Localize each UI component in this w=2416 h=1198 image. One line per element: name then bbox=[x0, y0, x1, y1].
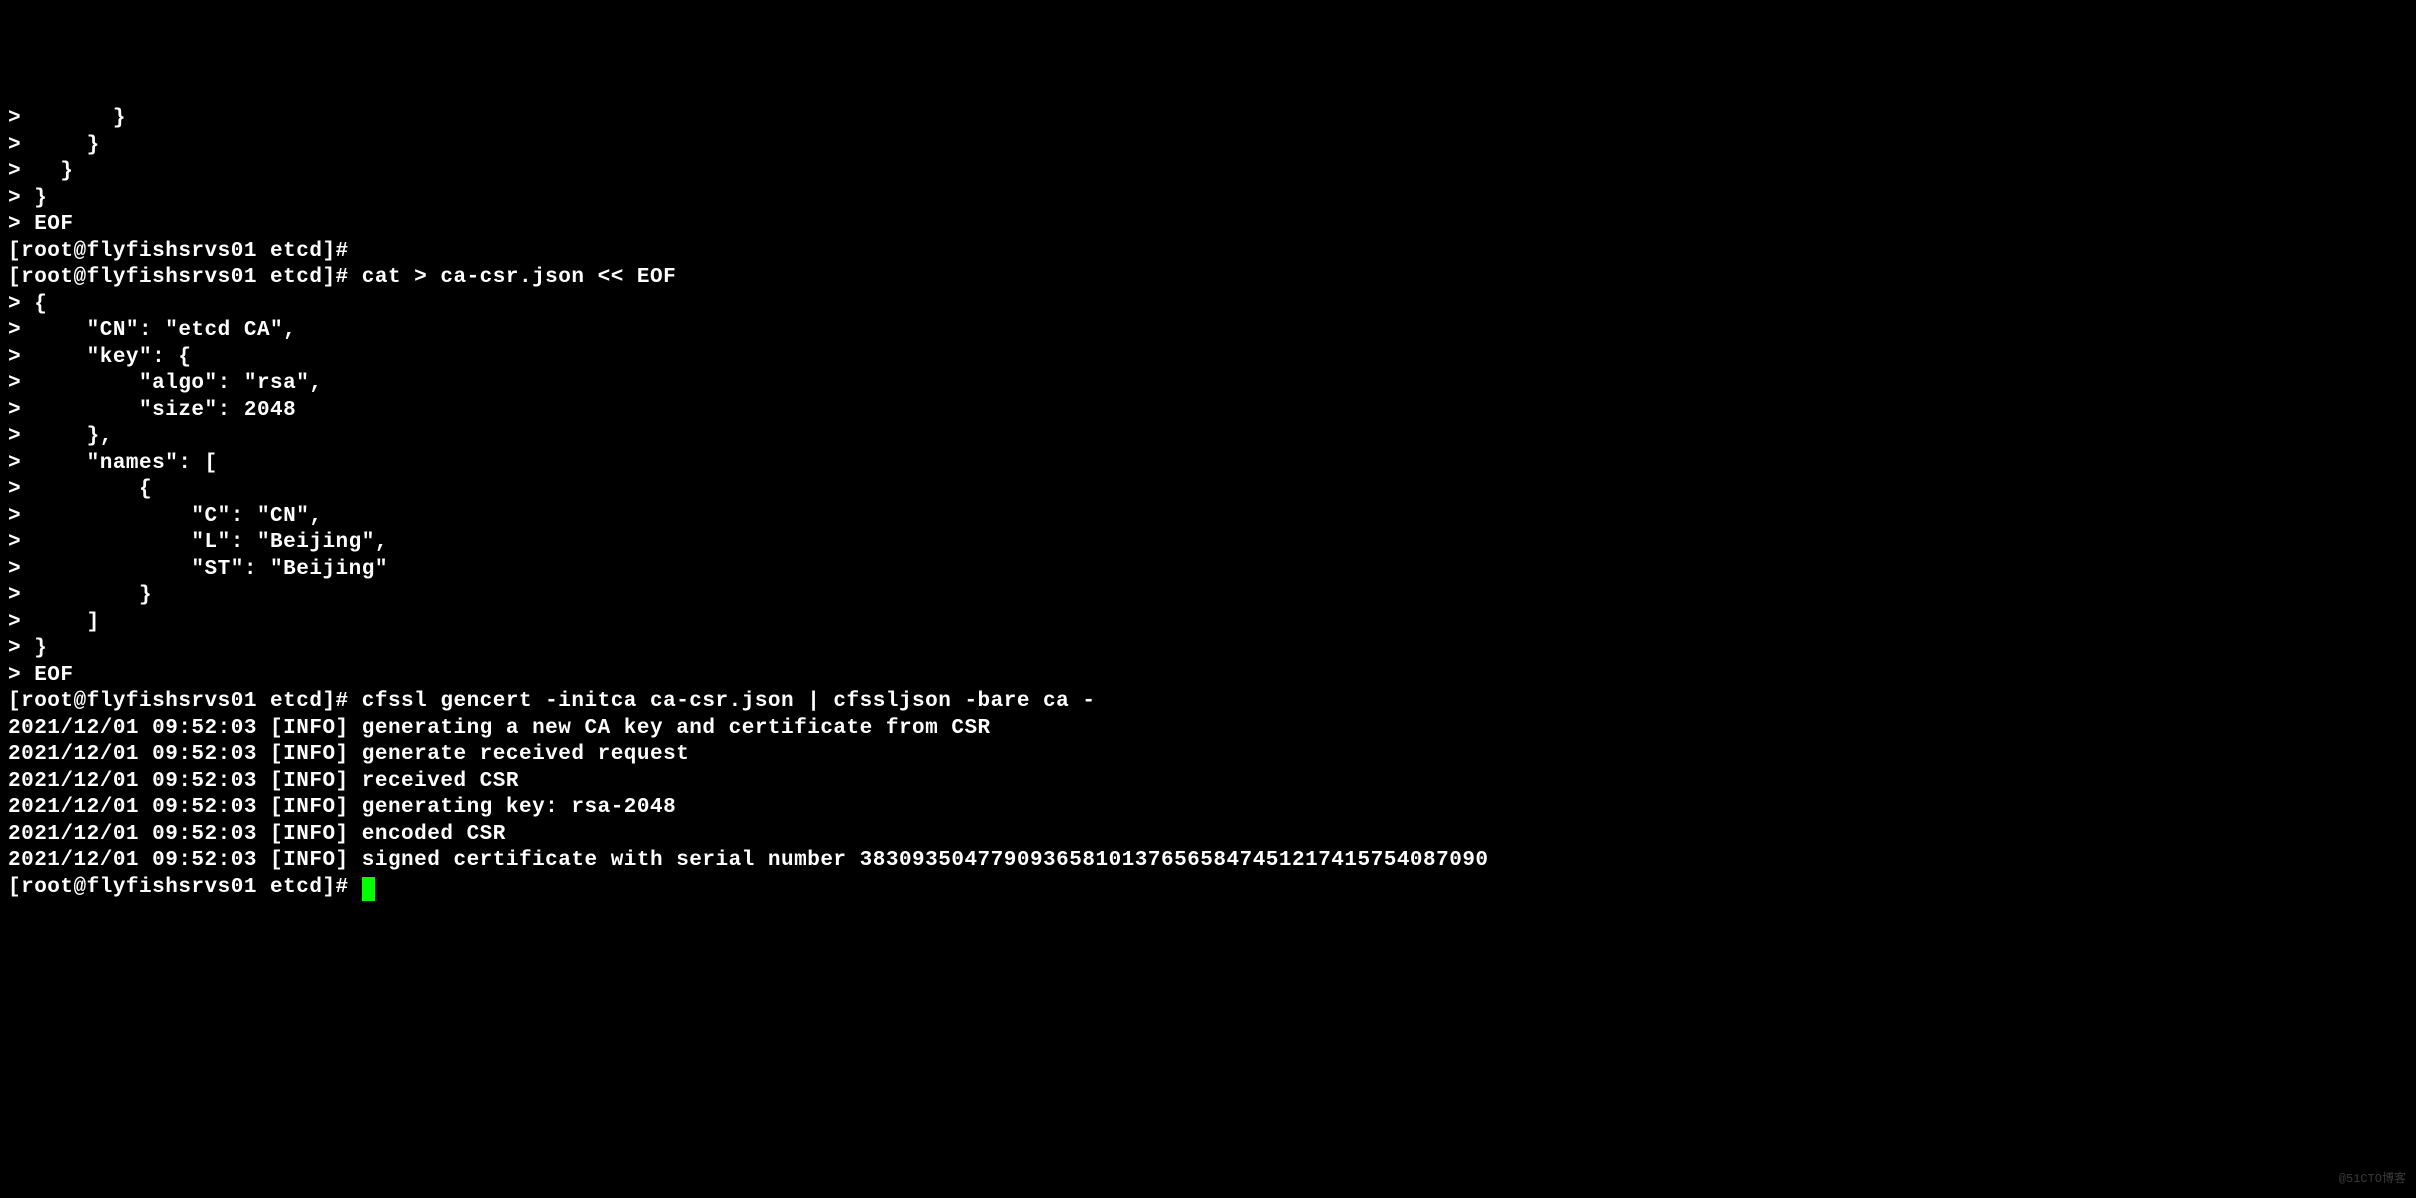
terminal-line: > }, bbox=[8, 425, 113, 448]
terminal-line: > } bbox=[8, 160, 74, 183]
terminal-output-line: 2021/12/01 09:52:03 [INFO] generating ke… bbox=[8, 796, 676, 819]
terminal-line: > { bbox=[8, 478, 152, 501]
terminal-line: > { bbox=[8, 293, 47, 316]
terminal-line: > "L": "Beijing", bbox=[8, 531, 388, 554]
terminal-command-line: [root@flyfishsrvs01 etcd]# cfssl gencert… bbox=[8, 690, 1095, 713]
terminal-prompt-line: [root@flyfishsrvs01 etcd]# bbox=[8, 240, 349, 263]
terminal-line: > "ST": "Beijing" bbox=[8, 558, 388, 581]
terminal-output[interactable]: > } > } > } > } > EOF [root@flyfishsrvs0… bbox=[0, 106, 2416, 901]
terminal-line: > EOF bbox=[8, 664, 74, 687]
terminal-output-line: 2021/12/01 09:52:03 [INFO] received CSR bbox=[8, 770, 519, 793]
terminal-line: > } bbox=[8, 584, 152, 607]
cursor-icon bbox=[362, 877, 375, 901]
terminal-line: > "size": 2048 bbox=[8, 399, 296, 422]
terminal-line: > EOF bbox=[8, 213, 74, 236]
terminal-line: > } bbox=[8, 134, 100, 157]
terminal-output-line: 2021/12/01 09:52:03 [INFO] generate rece… bbox=[8, 743, 689, 766]
terminal-line: > } bbox=[8, 107, 126, 130]
terminal-line: > } bbox=[8, 187, 47, 210]
terminal-output-line: 2021/12/01 09:52:03 [INFO] signed certif… bbox=[8, 849, 1489, 872]
terminal-output-line: 2021/12/01 09:52:03 [INFO] encoded CSR bbox=[8, 823, 506, 846]
terminal-line: > "key": { bbox=[8, 346, 191, 369]
terminal-prompt: [root@flyfishsrvs01 etcd]# bbox=[8, 876, 362, 899]
terminal-line: > "names": [ bbox=[8, 452, 218, 475]
terminal-command-line: [root@flyfishsrvs01 etcd]# cat > ca-csr.… bbox=[8, 266, 676, 289]
terminal-line: > } bbox=[8, 637, 47, 660]
watermark-text: @51CTO博客 bbox=[2339, 1166, 2406, 1193]
terminal-line: > "CN": "etcd CA", bbox=[8, 319, 296, 342]
terminal-line: > "C": "CN", bbox=[8, 505, 322, 528]
terminal-output-line: 2021/12/01 09:52:03 [INFO] generating a … bbox=[8, 717, 991, 740]
terminal-line: > "algo": "rsa", bbox=[8, 372, 322, 395]
terminal-line: > ] bbox=[8, 611, 100, 634]
